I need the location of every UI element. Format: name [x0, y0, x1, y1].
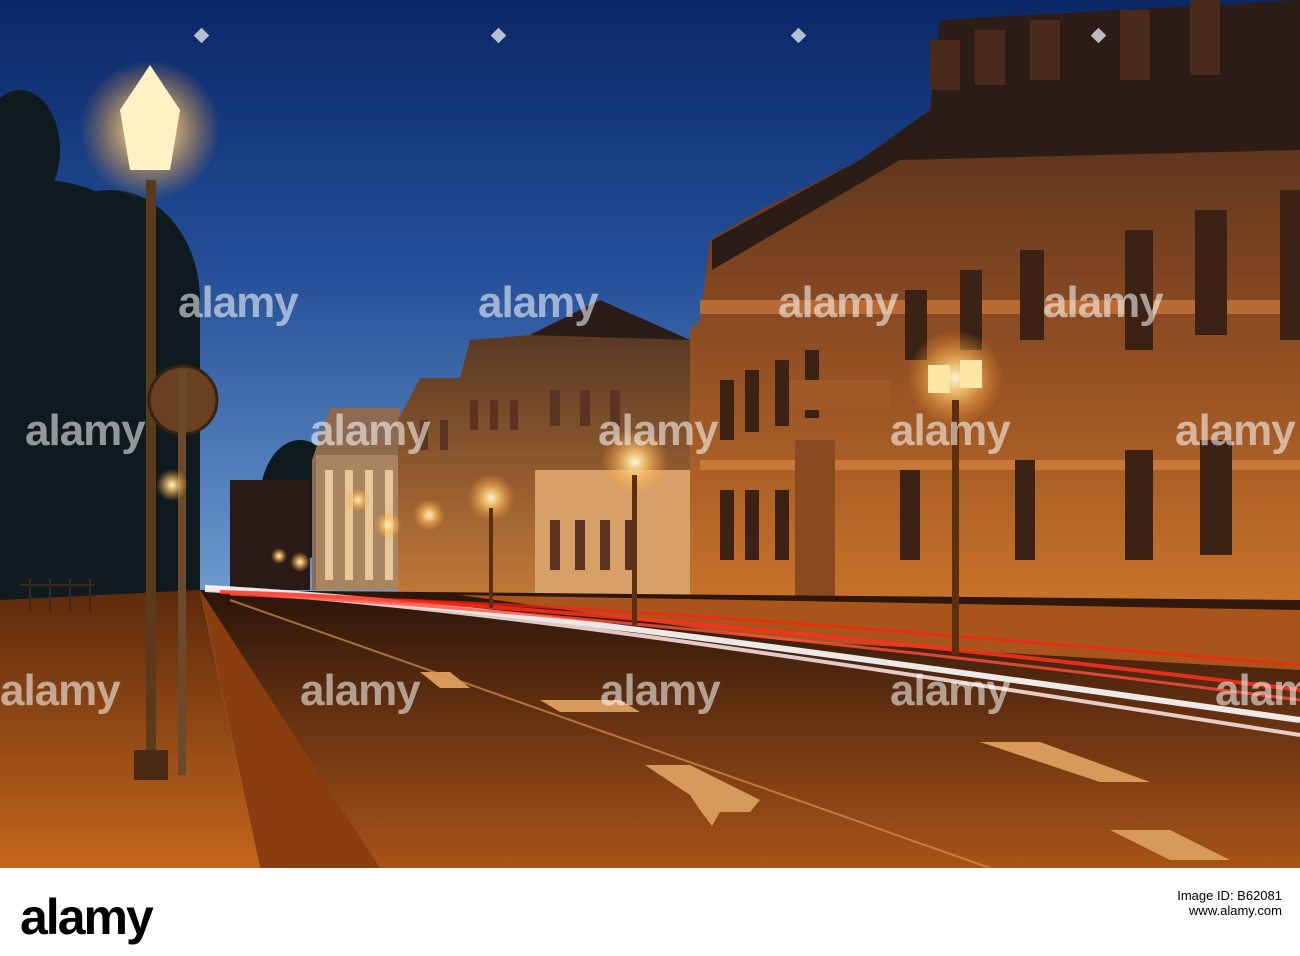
street-photo: alamy alamy alamy alamy alamy alamy alam… [0, 0, 1300, 868]
stock-site-label: www.alamy.com [1189, 903, 1282, 918]
image-id-label: Image ID: B62081 [1177, 888, 1282, 903]
image-id-block: Image ID: B62081 www.alamy.com [1177, 888, 1282, 918]
footer-logo: alamy [20, 889, 154, 945]
footer-bar: alamy Image ID: B62081 www.alamy.com [0, 868, 1300, 956]
